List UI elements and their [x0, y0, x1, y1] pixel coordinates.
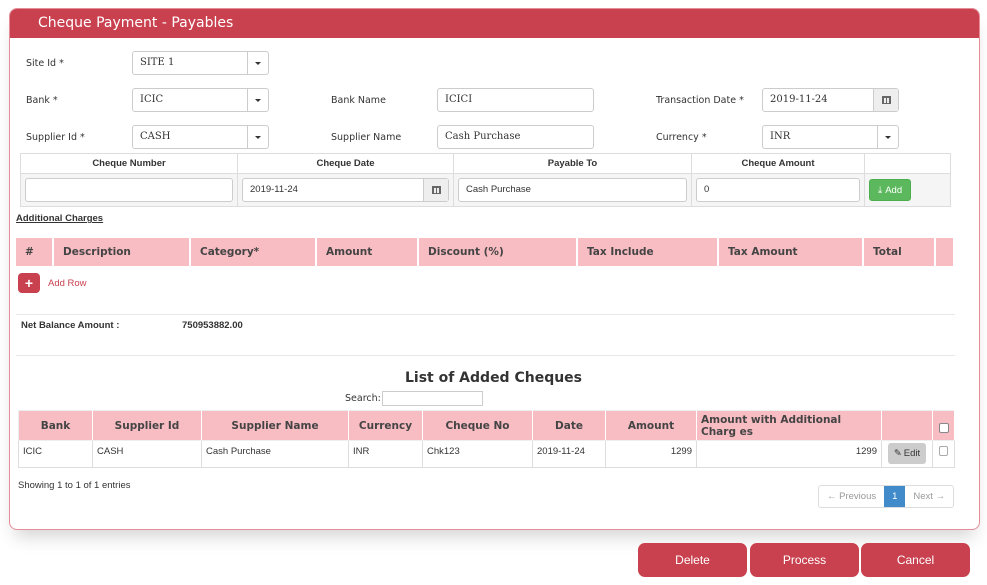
- col-tax-amount: Tax Amount: [718, 238, 864, 266]
- previous-page-button[interactable]: ← Previous: [819, 486, 884, 507]
- site-id-label: Site Id *: [26, 58, 64, 69]
- supplier-id-label: Supplier Id *: [26, 132, 85, 143]
- col-discount: Discount (%): [418, 238, 578, 266]
- delete-button[interactable]: Delete: [638, 543, 747, 577]
- select-all-checkbox[interactable]: [938, 423, 949, 433]
- plus-icon[interactable]: +: [18, 273, 40, 293]
- bank-name-field[interactable]: ICICI: [437, 88, 594, 112]
- col-total: Total: [863, 238, 936, 266]
- cell-date: 2019-11-24: [532, 440, 606, 468]
- col-currency[interactable]: Currency: [348, 410, 423, 441]
- cancel-button[interactable]: Cancel: [861, 543, 970, 577]
- col-tax-include: Tax Include: [577, 238, 719, 266]
- supplier-name-value: Cash Purchase: [445, 131, 521, 142]
- chevron-down-icon: [247, 126, 268, 148]
- currency-select[interactable]: INR: [762, 125, 899, 149]
- cheque-list-title: List of Added Cheques: [404, 370, 583, 386]
- site-id-select[interactable]: SITE 1: [132, 51, 269, 75]
- bank-name-label: Bank Name: [331, 95, 386, 106]
- net-balance-value: 750953882.00: [182, 320, 243, 331]
- col-cheque-number: Cheque Number: [20, 153, 238, 174]
- col-cheque-date: Cheque Date: [237, 153, 454, 174]
- col-supplier-id[interactable]: Supplier Id: [92, 410, 202, 441]
- chevron-down-icon: [247, 52, 268, 74]
- bank-label: Bank *: [26, 95, 58, 106]
- transaction-date-label: Transaction Date *: [656, 95, 744, 106]
- calendar-icon: [431, 186, 441, 194]
- transaction-date-value: 2019-11-24: [770, 94, 828, 105]
- col-cheque-no[interactable]: Cheque No: [422, 410, 533, 441]
- col-cheque-amount: Cheque Amount: [691, 153, 865, 174]
- row-checkbox[interactable]: [939, 446, 948, 456]
- additional-charges-title: Additional Charges: [16, 213, 104, 224]
- cheque-date-input[interactable]: 2019-11-24: [242, 178, 449, 202]
- chevron-down-icon: [877, 126, 898, 148]
- col-supplier-name[interactable]: Supplier Name: [201, 410, 349, 441]
- col-description: Description: [53, 238, 191, 266]
- col-date[interactable]: Date: [532, 410, 606, 441]
- add-cheque-button[interactable]: ⤓ Add: [869, 179, 912, 201]
- currency-value: INR: [770, 131, 791, 142]
- cheque-date-value: 2019-11-24: [250, 184, 298, 195]
- chevron-down-icon: [247, 89, 268, 111]
- col-payable-to: Payable To: [453, 153, 692, 174]
- cell-supplier-name: Cash Purchase: [201, 440, 349, 468]
- divider: [16, 314, 955, 315]
- cell-amount: 1299: [605, 440, 697, 468]
- table-row: ICIC CASH Cash Purchase INR Chk123 2019-…: [18, 440, 955, 468]
- col-amount[interactable]: Amount: [605, 410, 697, 441]
- cell-bank: ICIC: [18, 440, 93, 468]
- add-cheque-label: Add: [885, 184, 903, 196]
- cheque-entry-table: Cheque Number Cheque Date Payable To Che…: [20, 153, 951, 207]
- col-amount-with-charges[interactable]: Amount with Additional Charg es: [696, 410, 882, 441]
- cell-supplier-id: CASH: [92, 440, 202, 468]
- bank-select[interactable]: ICIC: [132, 88, 269, 112]
- pagination: ← Previous 1 Next →: [818, 485, 955, 508]
- edit-label: Edit: [903, 448, 921, 459]
- transaction-date-field[interactable]: 2019-11-24: [762, 88, 899, 112]
- col-index: #: [16, 238, 54, 266]
- process-button[interactable]: Process: [750, 543, 859, 577]
- col-edit: [881, 410, 933, 441]
- cheque-number-input[interactable]: [25, 178, 233, 202]
- supplier-id-select[interactable]: CASH: [132, 125, 269, 149]
- add-row-control[interactable]: + Add Row: [18, 273, 87, 293]
- net-balance-label: Net Balance Amount :: [21, 320, 120, 331]
- cell-amount-with-charges: 1299: [696, 440, 882, 468]
- add-row-link[interactable]: Add Row: [48, 278, 87, 289]
- supplier-name-field[interactable]: Cash Purchase: [437, 125, 594, 149]
- page-title: Cheque Payment - Payables: [10, 9, 979, 38]
- cell-currency: INR: [348, 440, 423, 468]
- bank-name-value: ICICI: [445, 94, 473, 105]
- site-id-value: SITE 1: [140, 57, 175, 68]
- edit-button[interactable]: ✎ Edit: [887, 443, 927, 464]
- bank-value: ICIC: [140, 94, 164, 105]
- supplier-name-label: Supplier Name: [331, 132, 402, 143]
- cheque-list-table: Bank Supplier Id Supplier Name Currency …: [18, 410, 955, 468]
- col-action: [864, 153, 951, 174]
- cell-cheque-no: Chk123: [422, 440, 533, 468]
- search-label: Search:: [345, 393, 381, 404]
- page-1-button[interactable]: 1: [884, 486, 906, 507]
- divider: [16, 355, 955, 356]
- col-amount: Amount: [316, 238, 419, 266]
- col-bank[interactable]: Bank: [18, 410, 93, 441]
- additional-charges-table: # Description Category* Amount Discount …: [16, 238, 955, 266]
- cheque-date-calendar-button[interactable]: [423, 179, 448, 201]
- entries-info: Showing 1 to 1 of 1 entries: [18, 480, 131, 491]
- supplier-id-value: CASH: [140, 131, 171, 142]
- next-page-button[interactable]: Next →: [905, 486, 953, 507]
- col-category: Category*: [190, 238, 317, 266]
- col-row-action: [935, 238, 955, 266]
- calendar-button[interactable]: [873, 89, 898, 111]
- col-select-all: [932, 410, 955, 441]
- calendar-icon: [881, 96, 891, 104]
- search-input[interactable]: [382, 391, 483, 406]
- download-icon: ⤓: [878, 184, 883, 196]
- cheque-amount-input[interactable]: 0: [696, 178, 860, 202]
- edit-icon: ✎: [893, 448, 902, 459]
- currency-label: Currency *: [656, 132, 707, 143]
- payable-to-input[interactable]: Cash Purchase: [458, 178, 687, 202]
